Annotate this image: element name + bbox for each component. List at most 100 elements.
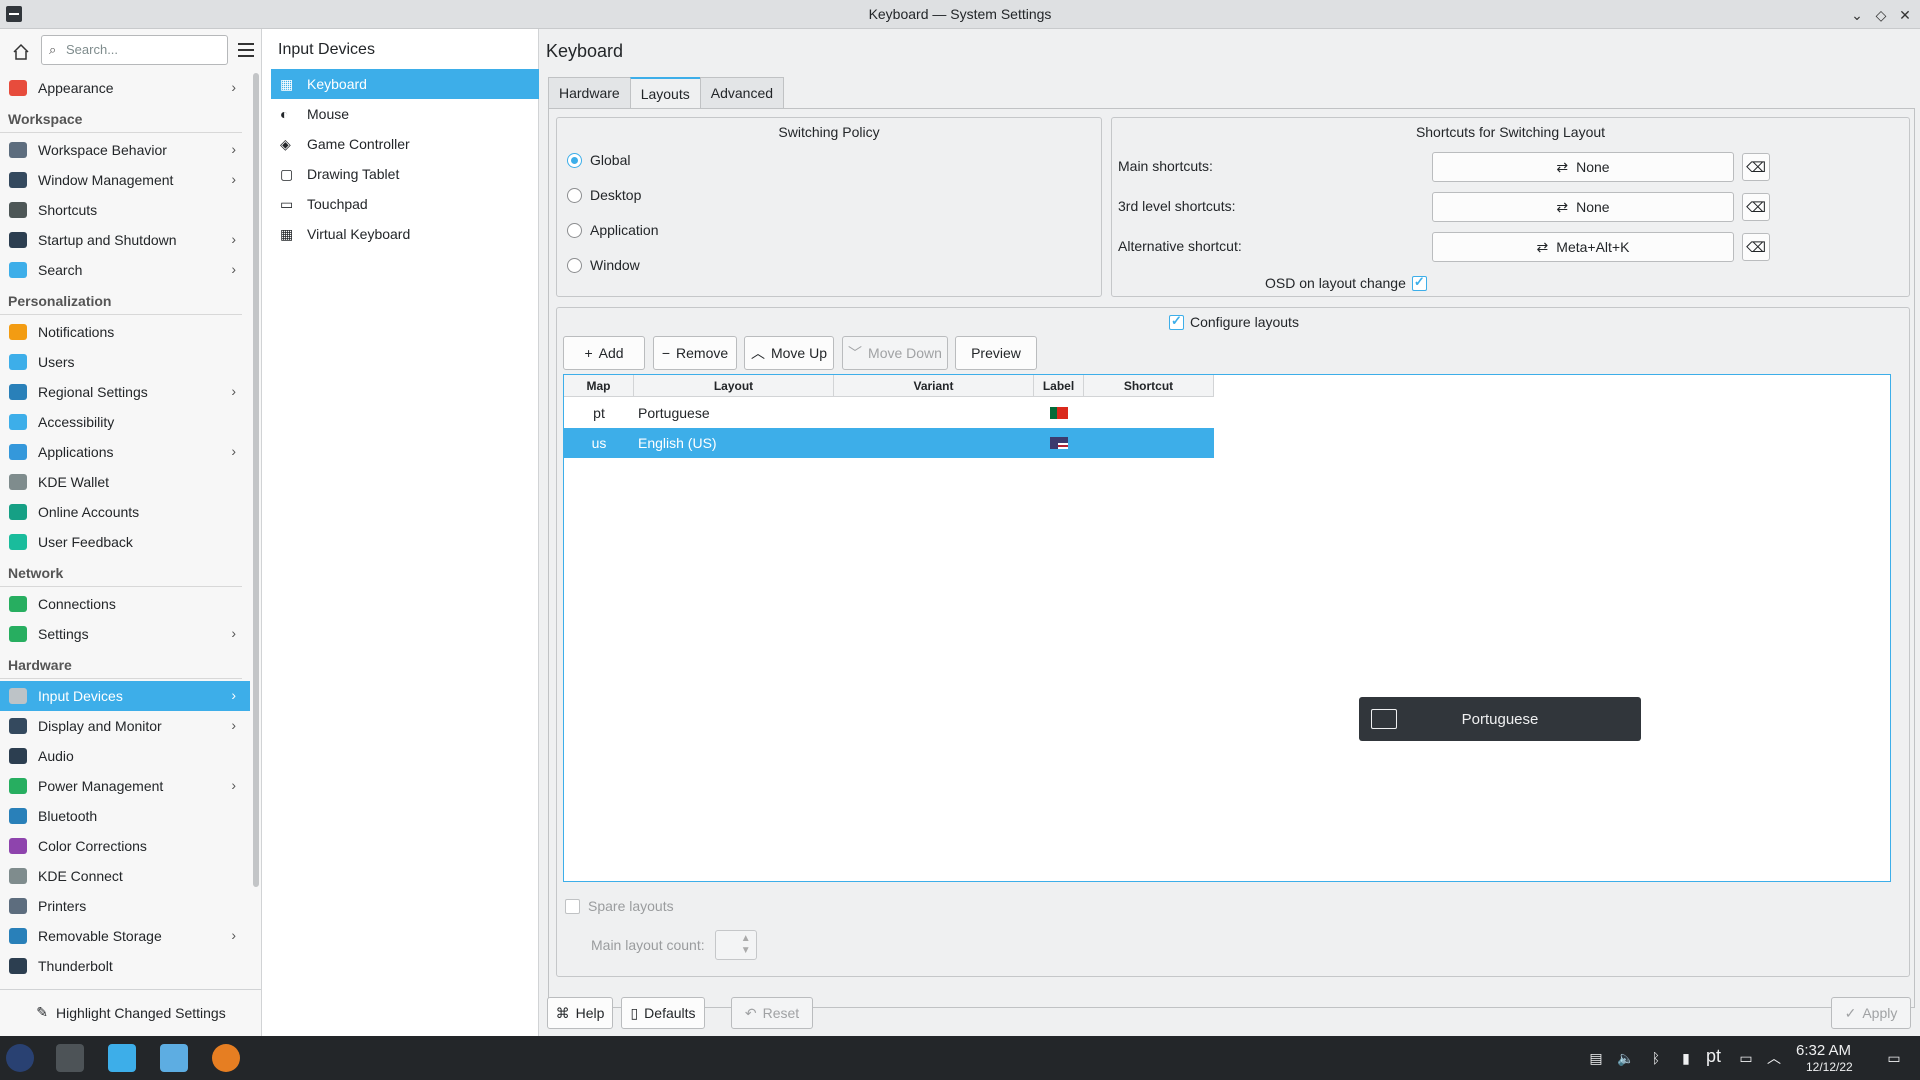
radio-button[interactable] <box>567 152 582 168</box>
table-row[interactable]: us English (US) <box>564 428 1214 458</box>
spin-up-icon[interactable]: ▲ <box>741 933 751 944</box>
sidebar-item-input-devices[interactable]: Input Devices › <box>0 681 250 711</box>
file-manager-task-icon[interactable] <box>160 1044 188 1072</box>
sidebar-item-kde-wallet[interactable]: KDE Wallet <box>0 467 250 497</box>
clipboard-icon[interactable]: ▤ <box>1588 1050 1604 1066</box>
policy-option-desktop[interactable]: Desktop <box>567 187 641 203</box>
main-layout-count-spinbox[interactable]: ▲ ▼ <box>714 930 757 960</box>
sidebar-item-color-corrections[interactable]: Color Corrections <box>0 831 250 861</box>
defaults-button[interactable]: ▯ Defaults <box>621 997 705 1029</box>
usb-device-icon[interactable]: ▮ <box>1678 1050 1694 1066</box>
clock-time[interactable]: 6:32 AM <box>1796 1042 1851 1059</box>
sidebar-item-online-accounts[interactable]: Online Accounts <box>0 497 250 527</box>
reset-button[interactable]: ↶ Reset <box>731 997 813 1029</box>
layouts-table[interactable]: Map Layout Variant Label Shortcut pt Portugue… <box>563 374 1891 882</box>
sidebar-item-notifications[interactable]: Notifications <box>0 317 250 347</box>
search-field[interactable]: ⌕ <box>41 35 228 65</box>
subcategory-item-game-controller[interactable]: ◈ Game Controller <box>271 129 539 159</box>
column-header-label[interactable]: Label <box>1034 375 1084 397</box>
column-header-variant[interactable]: Variant <box>834 375 1034 397</box>
sidebar-item-applications[interactable]: Applications › <box>0 437 250 467</box>
subcategory-item-virtual-keyboard[interactable]: ▦ Virtual Keyboard <box>271 219 539 249</box>
move-down-button[interactable]: ﹀ Move Down <box>842 336 948 370</box>
column-header-layout[interactable]: Layout <box>634 375 834 397</box>
sidebar-item-accessibility[interactable]: Accessibility <box>0 407 250 437</box>
shortcut-value: None <box>1576 159 1610 175</box>
tab-layouts[interactable]: Layouts <box>629 77 701 109</box>
preview-button[interactable]: Preview <box>955 336 1037 370</box>
hamburger-menu-button[interactable] <box>238 39 260 61</box>
subcategory-item-mouse[interactable]: ◐ Mouse <box>271 99 539 129</box>
sidebar-item-kde-connect[interactable]: KDE Connect <box>0 861 250 891</box>
sidebar-item-bluetooth[interactable]: Bluetooth <box>0 801 250 831</box>
configure-layouts-checkbox[interactable] <box>1169 313 1184 330</box>
policy-option-global[interactable]: Global <box>567 152 630 168</box>
osd-checkbox[interactable] <box>1411 274 1427 291</box>
sidebar-item-power-management[interactable]: Power Management › <box>0 771 250 801</box>
home-button[interactable] <box>8 39 34 65</box>
clear-shortcut-button-0[interactable]: ⌫ <box>1742 153 1770 181</box>
radio-button[interactable] <box>567 187 582 203</box>
sidebar-item-settings[interactable]: Settings › <box>0 619 250 649</box>
column-header-shortcut[interactable]: Shortcut <box>1084 375 1214 397</box>
sidebar-item-thunderbolt[interactable]: Thunderbolt <box>0 951 250 981</box>
clock-date[interactable]: 12/12/22 <box>1806 1060 1853 1074</box>
highlight-changed-settings-button[interactable]: ✎ Highlight Changed Settings <box>0 989 262 1035</box>
tab-advanced[interactable]: Advanced <box>699 77 785 109</box>
fedora-launcher-icon[interactable] <box>6 1044 34 1072</box>
shortcut-value-button-0[interactable]: ⇄ None <box>1432 152 1734 182</box>
discover-task-icon[interactable] <box>108 1044 136 1072</box>
firefox-task-icon[interactable] <box>212 1044 240 1072</box>
sidebar-item-printers[interactable]: Printers <box>0 891 250 921</box>
system-settings-task-icon[interactable] <box>56 1044 84 1072</box>
move-up-button[interactable]: ︿ Move Up <box>744 336 834 370</box>
sidebar-item-users[interactable]: Users <box>0 347 250 377</box>
policy-option-window[interactable]: Window <box>567 257 640 273</box>
sidebar-item-shortcuts[interactable]: Shortcuts <box>0 195 250 225</box>
help-button[interactable]: ⌘ Help <box>547 997 613 1029</box>
sidebar-item-search[interactable]: Search › <box>0 255 250 285</box>
apply-button[interactable]: ✓ Apply <box>1831 997 1911 1029</box>
tab-hardware[interactable]: Hardware <box>548 77 631 109</box>
configure-layouts-toggle[interactable]: Configure layouts <box>1169 313 1299 330</box>
shortcut-value-button-2[interactable]: ⇄ Meta+Alt+K <box>1432 232 1734 262</box>
table-row[interactable]: pt Portuguese <box>564 398 1214 428</box>
sidebar-item-display-and-monitor[interactable]: Display and Monitor › <box>0 711 250 741</box>
sidebar-item-user-feedback[interactable]: User Feedback <box>0 527 250 557</box>
minimize-button[interactable]: ⌄ <box>1846 4 1868 26</box>
sidebar-scrollbar[interactable] <box>253 73 259 887</box>
search-input[interactable] <box>66 42 221 57</box>
clear-shortcut-button-2[interactable]: ⌫ <box>1742 233 1770 261</box>
radio-button[interactable] <box>567 257 582 273</box>
radio-button[interactable] <box>567 222 582 238</box>
subcategory-item-touchpad[interactable]: ▭ Touchpad <box>271 189 539 219</box>
close-button[interactable]: ✕ <box>1894 4 1916 26</box>
policy-option-application[interactable]: Application <box>567 222 659 238</box>
osd-toggle[interactable]: OSD on layout change <box>1265 274 1427 291</box>
show-desktop-icon[interactable]: ▭ <box>1886 1050 1902 1066</box>
spare-layouts-checkbox[interactable] <box>565 898 580 914</box>
add-layout-button[interactable]: + Add <box>563 336 645 370</box>
subcategory-item-keyboard[interactable]: ▦ Keyboard <box>271 69 539 99</box>
sidebar-item-connections[interactable]: Connections <box>0 589 250 619</box>
clear-shortcut-button-1[interactable]: ⌫ <box>1742 193 1770 221</box>
sidebar-item-audio[interactable]: Audio <box>0 741 250 771</box>
subcategory-item-drawing-tablet[interactable]: ▢ Drawing Tablet <box>271 159 539 189</box>
shortcut-value-button-1[interactable]: ⇄ None <box>1432 192 1734 222</box>
spare-layouts-toggle[interactable]: Spare layouts <box>565 898 674 914</box>
column-header-map[interactable]: Map <box>564 375 634 397</box>
bluetooth-icon[interactable]: ᛒ <box>1648 1050 1664 1066</box>
remove-layout-button[interactable]: − Remove <box>653 336 737 370</box>
network-icon[interactable]: ▭ <box>1738 1050 1754 1066</box>
volume-icon[interactable]: 🔈 <box>1617 1050 1634 1066</box>
sidebar-item-startup-and-shutdown[interactable]: Startup and Shutdown › <box>0 225 250 255</box>
tray-expand-icon[interactable]: ︿ <box>1766 1050 1782 1066</box>
spin-down-icon[interactable]: ▼ <box>741 945 751 956</box>
sidebar-item-removable-storage[interactable]: Removable Storage › <box>0 921 250 951</box>
maximize-button[interactable]: ◇ <box>1870 4 1892 26</box>
keyboard-layout-indicator[interactable]: pt <box>1706 1046 1721 1067</box>
sidebar-item-regional-settings[interactable]: Regional Settings › <box>0 377 250 407</box>
sidebar-item-window-management[interactable]: Window Management › <box>0 165 250 195</box>
sidebar-item-appearance[interactable]: Appearance › <box>0 73 250 103</box>
sidebar-item-workspace-behavior[interactable]: Workspace Behavior › <box>0 135 250 165</box>
